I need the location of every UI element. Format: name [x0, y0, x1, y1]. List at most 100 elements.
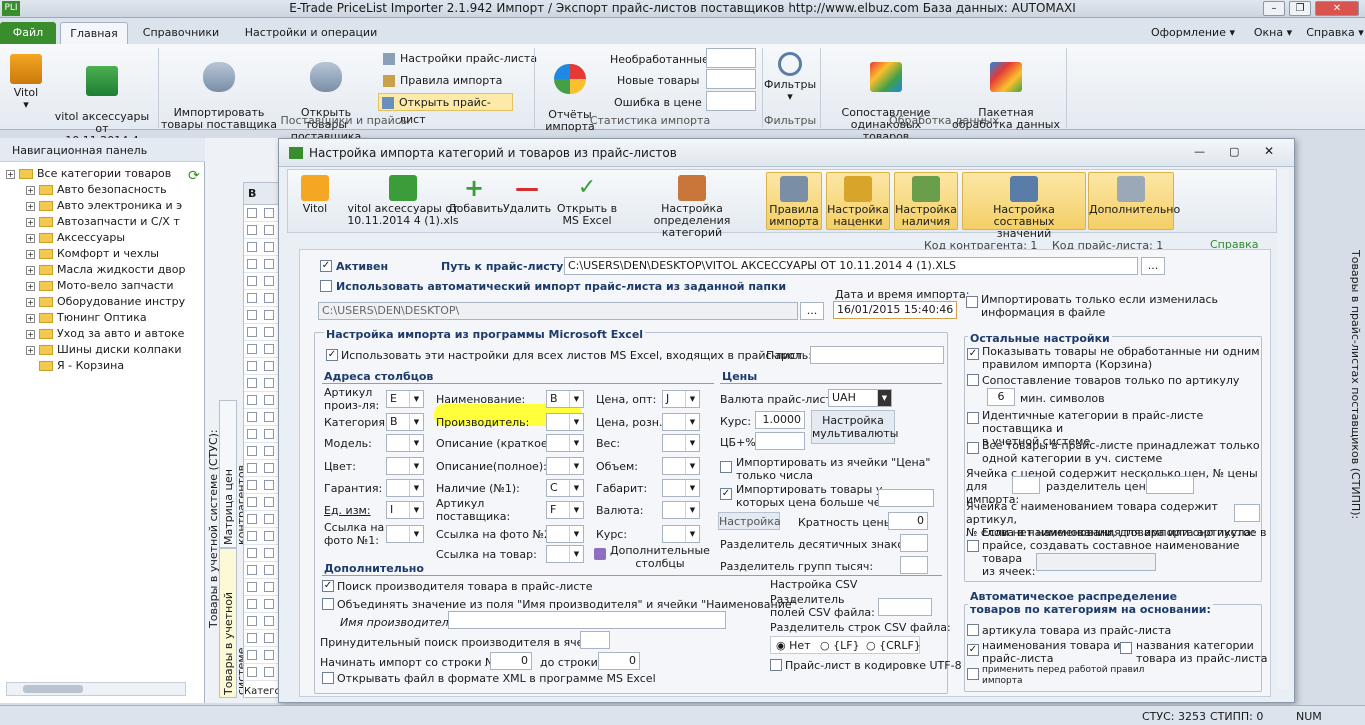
- import-goods-button[interactable]: Импортировать товары поставщика: [160, 50, 278, 143]
- row-checkbox[interactable]: [264, 276, 274, 286]
- col-select[interactable]: ▼: [386, 457, 424, 475]
- expand-icon[interactable]: +: [26, 266, 35, 275]
- row-checkbox[interactable]: [247, 480, 257, 490]
- col-select[interactable]: ▼: [546, 545, 584, 563]
- nav-item[interactable]: + Авто электроника и э: [6, 198, 186, 214]
- chevron-down-icon[interactable]: ▼: [409, 480, 423, 496]
- chevron-down-icon[interactable]: ▼: [685, 435, 699, 451]
- grid-row[interactable]: [244, 664, 280, 681]
- col-select[interactable]: ▼: [662, 479, 700, 497]
- row-checkbox[interactable]: [247, 497, 257, 507]
- o5-input[interactable]: [1012, 476, 1040, 494]
- tab-file[interactable]: Файл: [0, 22, 56, 44]
- row-checkbox[interactable]: [264, 599, 274, 609]
- row-checkbox[interactable]: [247, 327, 257, 337]
- filters-button[interactable]: Фильтры ▾: [764, 52, 816, 103]
- rate-input[interactable]: 1.0000: [755, 411, 805, 429]
- row-checkbox[interactable]: [247, 344, 257, 354]
- o7-input[interactable]: [1036, 553, 1156, 571]
- grid-row[interactable]: [244, 392, 280, 409]
- dec-sep-input[interactable]: [900, 534, 928, 552]
- row-checkbox[interactable]: [264, 548, 274, 558]
- expand-icon[interactable]: +: [26, 202, 35, 211]
- expand-icon[interactable]: +: [26, 298, 35, 307]
- row-checkbox[interactable]: [247, 616, 257, 626]
- tab-home[interactable]: Главная: [60, 22, 128, 44]
- nav-item[interactable]: + Автозапчасти и С/Х т: [6, 214, 186, 230]
- extra-cols-button[interactable]: Дополнительные столбцы: [610, 544, 710, 570]
- refresh-icon[interactable]: ⟳: [188, 168, 200, 184]
- row-checkbox[interactable]: [247, 667, 257, 677]
- row-checkbox[interactable]: [264, 497, 274, 507]
- grid-row[interactable]: [244, 630, 280, 647]
- col-select[interactable]: ▼: [546, 457, 584, 475]
- col-select[interactable]: ▼: [662, 501, 700, 519]
- grid-row[interactable]: [244, 205, 280, 222]
- expand-icon[interactable]: +: [6, 170, 15, 179]
- grid-row[interactable]: [244, 477, 280, 494]
- row-checkbox[interactable]: [247, 378, 257, 388]
- grid-row[interactable]: [244, 579, 280, 596]
- menu-design[interactable]: Оформление ▾: [1145, 22, 1241, 44]
- row-checkbox[interactable]: [247, 514, 257, 524]
- toolbar-composite-values-button[interactable]: Настройка составных значений: [962, 172, 1086, 240]
- menu-help[interactable]: Справка ▾: [1306, 22, 1364, 44]
- setting-button[interactable]: Настройка: [718, 512, 781, 530]
- reports-button[interactable]: Отчёты импорта: [540, 52, 600, 145]
- grid-row[interactable]: [244, 596, 280, 613]
- date-input[interactable]: 16/01/2015 15:40:46: [833, 301, 957, 319]
- row-checkbox[interactable]: [264, 633, 274, 643]
- grid-row[interactable]: [244, 647, 280, 664]
- row-checkbox[interactable]: [264, 225, 274, 235]
- a2-checkbox[interactable]: ✓: [967, 644, 979, 656]
- auto-import-checkbox[interactable]: [320, 280, 332, 292]
- grid-row[interactable]: [244, 613, 280, 630]
- toolbar-vitol-button[interactable]: Vitol: [292, 172, 338, 230]
- chevron-down-icon[interactable]: ▼: [685, 391, 699, 407]
- nav-item[interactable]: Я - Корзина: [6, 358, 186, 374]
- col-select[interactable]: E ▼: [386, 390, 424, 408]
- grid-row[interactable]: [244, 460, 280, 477]
- combine-checkbox[interactable]: [322, 598, 334, 610]
- row-checkbox[interactable]: [264, 446, 274, 456]
- row-checkbox[interactable]: [247, 361, 257, 371]
- chevron-down-icon[interactable]: ▼: [685, 480, 699, 496]
- grid-row[interactable]: [244, 443, 280, 460]
- maker-name-input[interactable]: [448, 611, 726, 629]
- col-select[interactable]: ▼: [386, 434, 424, 452]
- path-browse-button[interactable]: ...: [1141, 257, 1165, 275]
- grid-row[interactable]: [244, 239, 280, 256]
- col-select[interactable]: ▼: [662, 434, 700, 452]
- csv-radio-crlf[interactable]: ○ {CRLF}: [866, 639, 921, 652]
- chevron-down-icon[interactable]: ▼: [409, 526, 423, 542]
- row-checkbox[interactable]: [264, 667, 274, 677]
- row-checkbox[interactable]: [264, 616, 274, 626]
- cb-input[interactable]: [755, 432, 805, 450]
- row-checkbox[interactable]: [247, 633, 257, 643]
- row-checkbox[interactable]: [264, 378, 274, 388]
- grid-row[interactable]: [244, 494, 280, 511]
- import-price-more-input[interactable]: [878, 489, 934, 507]
- row-checkbox[interactable]: [247, 276, 257, 286]
- toolbar-markup-setup-button[interactable]: Настройка наценки: [826, 172, 890, 230]
- unprocessed-field[interactable]: [706, 48, 756, 68]
- tab-directories[interactable]: Справочники: [136, 22, 226, 44]
- toolbar-open-excel-button[interactable]: ✓ Открыть в MS Excel: [556, 172, 618, 230]
- grid-row[interactable]: [244, 341, 280, 358]
- chevron-down-icon[interactable]: ▼: [409, 435, 423, 451]
- dialog-maximize-icon[interactable]: ▢: [1229, 145, 1239, 158]
- nav-item[interactable]: + Все категории товаров: [6, 166, 186, 182]
- import-price-cell-checkbox[interactable]: [720, 461, 732, 473]
- row-checkbox[interactable]: [264, 565, 274, 575]
- col-select[interactable]: B ▼: [386, 413, 424, 431]
- col-select[interactable]: B ▼: [546, 390, 584, 408]
- row-checkbox[interactable]: [247, 293, 257, 303]
- row-checkbox[interactable]: [247, 599, 257, 609]
- chevron-down-icon[interactable]: ▼: [569, 526, 583, 542]
- row-checkbox[interactable]: [264, 242, 274, 252]
- multiplicity-input[interactable]: 0: [888, 512, 928, 530]
- toolbar-remove-button[interactable]: — Удалить: [502, 172, 552, 230]
- col-select[interactable]: ▼: [662, 457, 700, 475]
- grid-row[interactable]: [244, 426, 280, 443]
- chevron-down-icon[interactable]: ▼: [409, 414, 423, 430]
